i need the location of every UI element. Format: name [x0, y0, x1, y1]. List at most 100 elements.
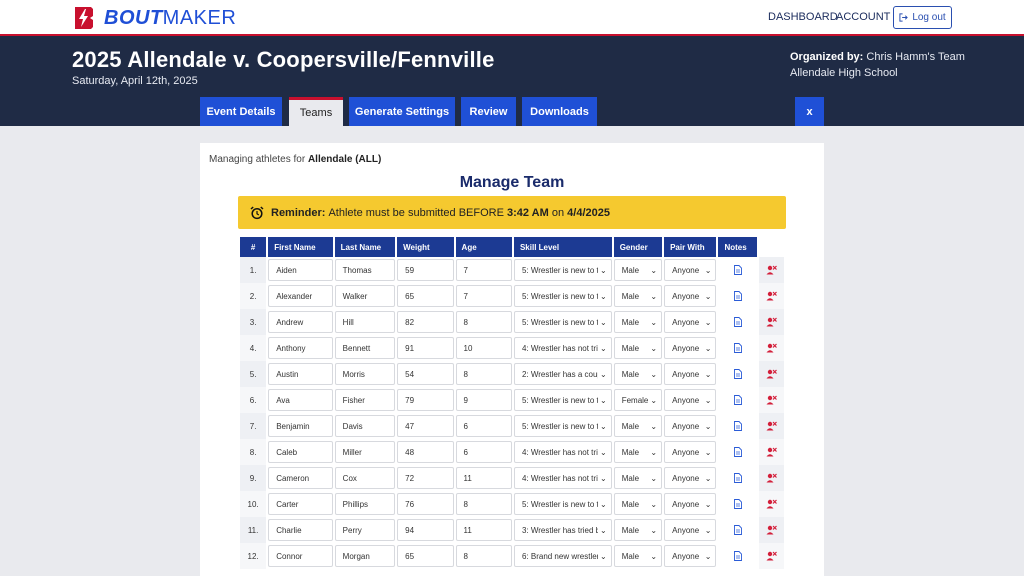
pair-with-select[interactable]: Anyone ⌄	[664, 467, 717, 489]
nav-account[interactable]: ACCOUNT	[836, 11, 890, 23]
first-name-input[interactable]: Alexander	[268, 285, 333, 307]
gender-select[interactable]: Male ⌄	[613, 441, 663, 463]
weight-input[interactable]: 94	[397, 519, 454, 541]
remove-athlete-button[interactable]	[758, 309, 784, 335]
last-name-input[interactable]: Morgan	[334, 545, 396, 567]
skill-level-select[interactable]: 5: Wrestler is new to the⌄	[513, 493, 612, 515]
gender-select[interactable]: Male ⌄	[613, 467, 663, 489]
age-input[interactable]: 10	[455, 337, 512, 359]
pair-with-select[interactable]: Anyone ⌄	[664, 493, 717, 515]
weight-input[interactable]: 72	[397, 467, 454, 489]
tab-event-details[interactable]: Event Details	[200, 97, 282, 126]
pair-with-select[interactable]: Anyone ⌄	[664, 259, 717, 281]
last-name-input[interactable]: Phillips	[334, 493, 396, 515]
first-name-input[interactable]: Cameron	[268, 467, 333, 489]
notes-button[interactable]	[718, 361, 756, 387]
age-input[interactable]: 11	[455, 519, 512, 541]
notes-button[interactable]	[718, 465, 756, 491]
tab-teams[interactable]: Teams	[289, 97, 343, 126]
notes-button[interactable]	[718, 439, 756, 465]
weight-input[interactable]: 59	[397, 259, 454, 281]
remove-athlete-button[interactable]	[758, 465, 784, 491]
weight-input[interactable]: 76	[397, 493, 454, 515]
last-name-input[interactable]: Cox	[334, 467, 396, 489]
weight-input[interactable]: 54	[397, 363, 454, 385]
skill-level-select[interactable]: 5: Wrestler is new to the⌄	[513, 285, 612, 307]
first-name-input[interactable]: Connor	[268, 545, 333, 567]
age-input[interactable]: 8	[455, 311, 512, 333]
pair-with-select[interactable]: Anyone ⌄	[664, 519, 717, 541]
age-input[interactable]: 6	[455, 415, 512, 437]
age-input[interactable]: 8	[455, 493, 512, 515]
age-input[interactable]: 8	[455, 363, 512, 385]
last-name-input[interactable]: Thomas	[334, 259, 396, 281]
remove-athlete-button[interactable]	[758, 517, 784, 543]
gender-select[interactable]: Male ⌄	[613, 415, 663, 437]
remove-athlete-button[interactable]	[758, 283, 784, 309]
gender-select[interactable]: Male ⌄	[613, 285, 663, 307]
pair-with-select[interactable]: Anyone ⌄	[664, 337, 717, 359]
remove-athlete-button[interactable]	[758, 413, 784, 439]
last-name-input[interactable]: Morris	[334, 363, 396, 385]
skill-level-select[interactable]: 6: Brand new wrestler to⌄	[513, 545, 612, 567]
skill-level-select[interactable]: 5: Wrestler is new to the⌄	[513, 259, 612, 281]
remove-athlete-button[interactable]	[758, 439, 784, 465]
gender-select[interactable]: Male ⌄	[613, 337, 663, 359]
remove-athlete-button[interactable]	[758, 491, 784, 517]
boutmaker-logo[interactable]: BOUTMAKER	[72, 5, 236, 31]
pair-with-select[interactable]: Anyone ⌄	[664, 285, 717, 307]
first-name-input[interactable]: Carter	[268, 493, 333, 515]
tab-review[interactable]: Review	[461, 97, 516, 126]
pair-with-select[interactable]: Anyone ⌄	[664, 311, 717, 333]
weight-input[interactable]: 91	[397, 337, 454, 359]
last-name-input[interactable]: Fisher	[334, 389, 396, 411]
first-name-input[interactable]: Austin	[268, 363, 333, 385]
gender-select[interactable]: Male ⌄	[613, 311, 663, 333]
weight-input[interactable]: 82	[397, 311, 454, 333]
age-input[interactable]: 11	[455, 467, 512, 489]
first-name-input[interactable]: Ava	[268, 389, 333, 411]
notes-button[interactable]	[718, 257, 756, 283]
skill-level-select[interactable]: 5: Wrestler is new to the⌄	[513, 415, 612, 437]
pair-with-select[interactable]: Anyone ⌄	[664, 415, 717, 437]
weight-input[interactable]: 65	[397, 285, 454, 307]
age-input[interactable]: 9	[455, 389, 512, 411]
weight-input[interactable]: 48	[397, 441, 454, 463]
weight-input[interactable]: 65	[397, 545, 454, 567]
skill-level-select[interactable]: 5: Wrestler is new to the⌄	[513, 389, 612, 411]
gender-select[interactable]: Male ⌄	[613, 493, 663, 515]
weight-input[interactable]: 79	[397, 389, 454, 411]
remove-athlete-button[interactable]	[758, 257, 784, 283]
remove-athlete-button[interactable]	[758, 361, 784, 387]
last-name-input[interactable]: Miller	[334, 441, 396, 463]
notes-button[interactable]	[718, 543, 756, 569]
notes-button[interactable]	[718, 283, 756, 309]
tab-downloads[interactable]: Downloads	[522, 97, 597, 126]
notes-button[interactable]	[718, 309, 756, 335]
tab-generate-settings[interactable]: Generate Settings	[349, 97, 455, 126]
notes-button[interactable]	[718, 517, 756, 543]
last-name-input[interactable]: Hill	[334, 311, 396, 333]
gender-select[interactable]: Male ⌄	[613, 545, 663, 567]
age-input[interactable]: 7	[455, 259, 512, 281]
last-name-input[interactable]: Walker	[334, 285, 396, 307]
notes-button[interactable]	[718, 387, 756, 413]
nav-dashboard[interactable]: DASHBOARD	[768, 11, 838, 23]
first-name-input[interactable]: Andrew	[268, 311, 333, 333]
age-input[interactable]: 6	[455, 441, 512, 463]
pair-with-select[interactable]: Anyone ⌄	[664, 545, 717, 567]
weight-input[interactable]: 47	[397, 415, 454, 437]
notes-button[interactable]	[718, 491, 756, 517]
gender-select[interactable]: Male ⌄	[613, 259, 663, 281]
skill-level-select[interactable]: 5: Wrestler is new to the⌄	[513, 311, 612, 333]
skill-level-select[interactable]: 4: Wrestler has not tried⌄	[513, 467, 612, 489]
last-name-input[interactable]: Bennett	[334, 337, 396, 359]
first-name-input[interactable]: Benjamin	[268, 415, 333, 437]
pair-with-select[interactable]: Anyone ⌄	[664, 389, 717, 411]
age-input[interactable]: 8	[455, 545, 512, 567]
gender-select[interactable]: Female ⌄	[613, 389, 663, 411]
remove-athlete-button[interactable]	[758, 387, 784, 413]
notes-button[interactable]	[718, 413, 756, 439]
first-name-input[interactable]: Caleb	[268, 441, 333, 463]
skill-level-select[interactable]: 4: Wrestler has not tried⌄	[513, 441, 612, 463]
